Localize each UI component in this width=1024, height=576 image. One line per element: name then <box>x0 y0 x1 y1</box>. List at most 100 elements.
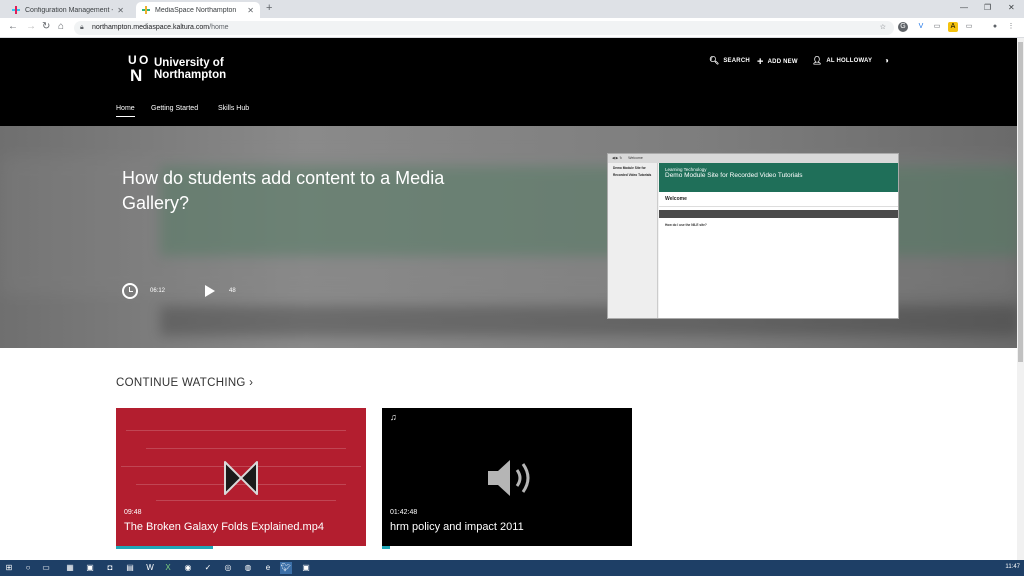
windows-start-icon[interactable]: ⊞ <box>3 562 15 574</box>
extension-cast-icon[interactable]: ▭ <box>964 22 974 32</box>
back-icon[interactable]: ← <box>8 21 18 32</box>
app2-icon[interactable]: ▣ <box>300 562 312 574</box>
hero-duration: 06:12 <box>150 288 166 294</box>
extension-card-icon[interactable]: ▭ <box>932 22 942 32</box>
restore-icon[interactable]: ❐ <box>984 3 991 12</box>
user-icon: 👤︎ <box>812 56 823 65</box>
excel-icon[interactable]: X <box>162 562 174 574</box>
page-scrollbar[interactable] <box>1017 38 1024 560</box>
url-bar[interactable]: 🔒︎ northampton.mediaspace.kaltura.com/ho… <box>74 21 894 35</box>
hero-meta: 06:12 48 <box>122 283 236 299</box>
edge-icon[interactable]: e <box>262 562 274 574</box>
logo-line-1: University of <box>154 57 224 69</box>
card-progress-bar <box>382 546 390 549</box>
tab-label: MediaSpace Northampton <box>155 6 237 14</box>
slack-icon <box>142 6 150 14</box>
contrast-icon: ◑ <box>884 56 890 65</box>
media-card[interactable]: ♫ 01:42:48 hrm policy and impact 2011 <box>382 408 632 546</box>
new-tab-icon[interactable]: + <box>266 2 272 14</box>
slack-icon <box>12 6 20 14</box>
extension-v-icon[interactable]: V <box>916 22 926 32</box>
plus-icon: + <box>757 56 764 68</box>
address-bar-row: ← → ↻ ⌂ 🔒︎ northampton.mediaspace.kaltur… <box>0 18 1024 38</box>
url-path: /home <box>209 24 229 31</box>
contrast-toggle[interactable]: ◑ <box>884 56 893 65</box>
nav-getting-started[interactable]: Getting Started <box>151 105 198 112</box>
logo-text: University of Northampton <box>154 57 226 81</box>
user-menu-button[interactable]: 👤︎ AL HOLLOWAY <box>812 56 872 65</box>
forward-icon[interactable]: → <box>26 21 36 32</box>
svg-text:O: O <box>139 53 148 67</box>
url-host: northampton.mediaspace.kaltura.com <box>92 24 210 31</box>
speaker-icon <box>488 460 530 496</box>
logo-mark: UON <box>128 53 150 85</box>
logo-line-2: Northampton <box>154 69 227 81</box>
hero-thumbnail[interactable]: ◀ ▶ ↻ Welcome Demo Module Site for Record… <box>607 153 899 319</box>
camera-icon[interactable]: ◘ <box>104 562 116 574</box>
browser-tab-bar: Configuration Management - M ✕ MediaSpac… <box>0 0 1024 18</box>
card-duration: 01:42:48 <box>390 509 418 516</box>
minimize-icon[interactable]: — <box>960 3 968 12</box>
nav-home[interactable]: Home <box>116 105 135 117</box>
menu-dots-icon[interactable]: ⋮ <box>1006 22 1016 32</box>
preview-green-line2: Demo Module Site for Recorded Video Tuto… <box>665 172 803 179</box>
preview-toolbar <box>659 210 898 218</box>
continue-watching-heading[interactable]: CONTINUE WATCHING › <box>116 377 253 389</box>
close-icon[interactable]: ✕ <box>117 6 124 15</box>
taskbar-clock[interactable]: 11:47 <box>1005 564 1020 570</box>
university-logo[interactable]: UON University of Northampton <box>128 53 226 85</box>
preview-topbar: ◀ ▶ ↻ Welcome <box>608 154 898 163</box>
calendar-icon[interactable]: ▦ <box>64 562 76 574</box>
media-card[interactable]: 09:48 The Broken Galaxy Folds Explained.… <box>116 408 366 546</box>
card-progress-bar <box>116 546 213 549</box>
extension-g-icon[interactable]: G <box>898 22 908 32</box>
app-icon[interactable]: ✓ <box>202 562 214 574</box>
search-icon: 🔍︎ <box>709 56 720 65</box>
card-title[interactable]: hrm policy and impact 2011 <box>390 521 524 533</box>
scrollbar-thumb[interactable] <box>1018 42 1023 362</box>
profile-icon[interactable]: ● <box>990 22 1000 32</box>
add-new-label: ADD NEW <box>767 59 798 65</box>
tab-label: Configuration Management - M <box>25 6 114 14</box>
task-view-icon[interactable]: ▭ <box>40 562 52 574</box>
star-icon[interactable]: ☆ <box>880 21 886 35</box>
music-note-icon: ♫ <box>390 412 397 422</box>
preview-question: How do I use the NILE site? <box>665 223 707 227</box>
preview-welcome: Welcome <box>659 192 898 207</box>
hero-plays: 48 <box>229 288 236 294</box>
add-new-button[interactable]: + ADD NEW <box>757 56 798 68</box>
card-title[interactable]: The Broken Galaxy Folds Explained.mp4 <box>124 521 324 533</box>
nav-skills-hub[interactable]: Skills Hub <box>218 105 249 112</box>
site-header: UON University of Northampton 🔍︎ SEARCH +… <box>0 38 1017 126</box>
preview-left-menu: Demo Module Site for Recorded Video Tuto… <box>608 163 658 318</box>
preview-green-header: Learning Technology Demo Module Site for… <box>659 163 898 192</box>
window-close-icon[interactable]: ✕ <box>1008 3 1015 12</box>
card-texture <box>146 448 346 449</box>
media-icon[interactable]: ◎ <box>222 562 234 574</box>
browser-icon[interactable]: ◍ <box>242 562 254 574</box>
word-icon[interactable]: W <box>144 562 156 574</box>
clock-icon <box>122 283 138 299</box>
close-icon[interactable]: ✕ <box>247 6 254 15</box>
search-button[interactable]: 🔍︎ SEARCH <box>709 56 750 65</box>
kaltura-logo-icon <box>224 461 258 495</box>
reload-icon[interactable]: ↻ <box>42 21 50 32</box>
search-label: SEARCH <box>723 57 750 64</box>
home-icon[interactable]: ⌂ <box>58 21 64 32</box>
preview-main: Learning Technology Demo Module Site for… <box>659 163 898 318</box>
windows-taskbar: ⊞ ○ ▭ ▦ ▣ ◘ ▤ W X ◉ ✓ ◎ ◍ e 🐦︎ ▣ 11:47 <box>0 560 1024 576</box>
preview-topbar-label: Welcome <box>628 156 643 160</box>
cortana-search-icon[interactable]: ○ <box>22 562 34 574</box>
hero-title[interactable]: How do students add content to a Media G… <box>122 166 452 216</box>
play-icon[interactable] <box>205 285 216 297</box>
photos-icon[interactable]: ▣ <box>84 562 96 574</box>
browser-tab-configuration[interactable]: Configuration Management - M ✕ <box>6 2 130 18</box>
extension-aa-icon[interactable]: A <box>948 22 958 32</box>
chrome-icon[interactable]: ◉ <box>182 562 194 574</box>
twitter-icon[interactable]: 🐦︎ <box>280 562 292 574</box>
user-label: AL HOLLOWAY <box>826 57 873 64</box>
browser-tab-mediaspace[interactable]: MediaSpace Northampton ✕ <box>136 2 260 18</box>
card-texture <box>126 430 346 431</box>
svg-text:N: N <box>130 66 142 83</box>
outlook-icon[interactable]: ▤ <box>124 562 136 574</box>
